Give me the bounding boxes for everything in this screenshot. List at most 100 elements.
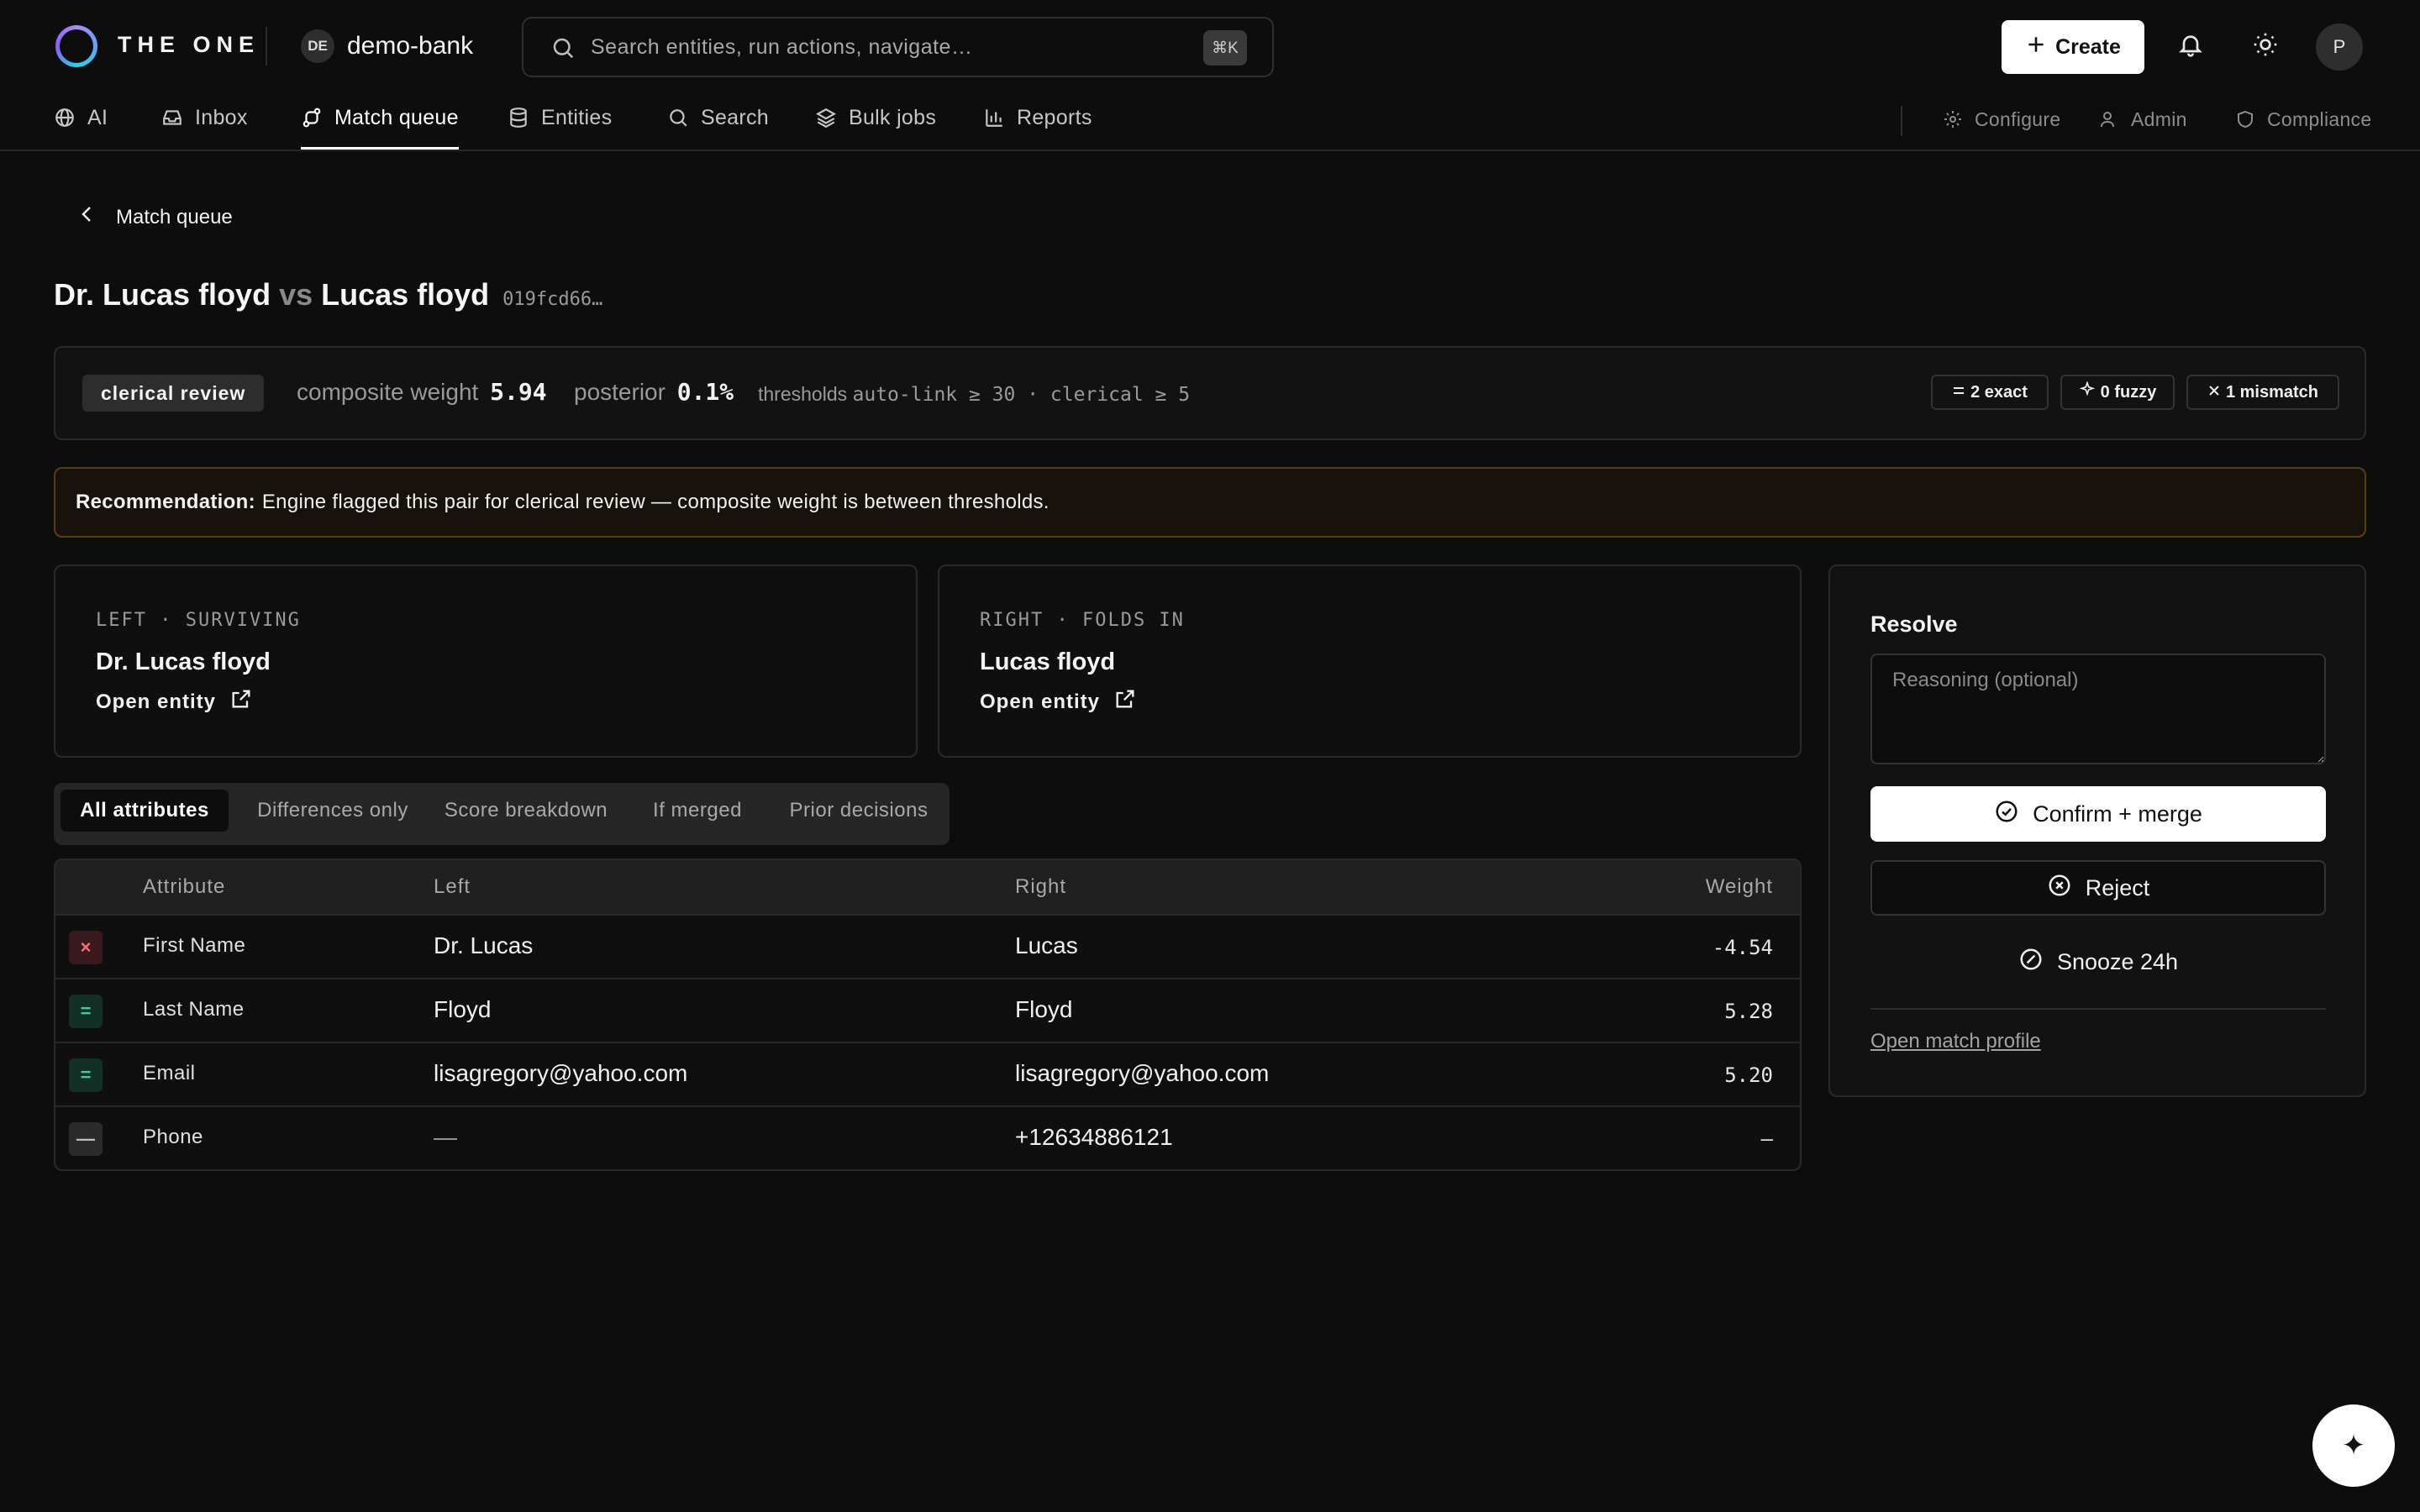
- reasoning-field[interactable]: [1870, 654, 2326, 764]
- create-label: Create: [2055, 34, 2121, 59]
- composite-label: composite weight: [297, 379, 479, 405]
- open-entity-link[interactable]: Open entity: [980, 687, 1137, 717]
- tab-score-breakdown[interactable]: Score breakdown: [434, 790, 618, 832]
- nav-item-match-queue[interactable]: Match queue: [301, 106, 459, 150]
- recommendation-banner: Recommendation: Engine flagged this pair…: [54, 467, 2366, 538]
- layers-icon: [815, 106, 837, 134]
- posterior-label: posterior: [574, 379, 666, 405]
- nav-item-ai[interactable]: AI: [54, 106, 108, 150]
- tab-if-merged[interactable]: If merged: [630, 790, 765, 832]
- table-row[interactable]: × First Name Dr. Lucas Lucas -4.54: [55, 916, 1800, 979]
- x-circle-icon: [2047, 873, 2072, 904]
- theme-toggle[interactable]: [2246, 27, 2285, 66]
- nav-label: Match queue: [334, 106, 459, 129]
- nav-label: Search: [701, 106, 770, 129]
- avatar[interactable]: P: [2316, 24, 2363, 71]
- pair-id: 019fcd66…: [502, 289, 603, 310]
- score-summary: clerical review composite weight 5.94 po…: [54, 346, 2366, 440]
- nav-item-inbox[interactable]: Inbox: [161, 106, 248, 150]
- nav-item-admin[interactable]: Admin: [2099, 108, 2187, 152]
- mismatch-chip: 1 mismatch: [2186, 375, 2339, 410]
- left-value: Dr. Lucas: [434, 932, 534, 958]
- workspace-name[interactable]: demo-bank: [347, 32, 473, 60]
- fuzzy-label: 0 fuzzy: [2100, 382, 2157, 402]
- left-value: Floyd: [434, 996, 492, 1022]
- open-entity-link[interactable]: Open entity: [96, 687, 253, 717]
- nav-label: Admin: [2131, 108, 2187, 130]
- thresholds: thresholds auto-link ≥ 30 · clerical ≥ 5: [758, 383, 1190, 406]
- composite-weight: composite weight 5.94: [297, 378, 547, 406]
- brand-name: THE ONE: [118, 32, 260, 57]
- chevron-left-icon: [79, 205, 96, 229]
- weight-value: 5.28: [1724, 1000, 1773, 1023]
- resolve-panel: Resolve Confirm + merge Reject Snooze 24…: [1828, 564, 2366, 1097]
- create-button[interactable]: Create: [2002, 20, 2144, 74]
- notifications-button[interactable]: [2171, 27, 2210, 66]
- nav-item-compliance[interactable]: Compliance: [2235, 108, 2371, 152]
- mismatch-label: 1 mismatch: [2225, 382, 2319, 402]
- posterior-value: 0.1%: [676, 378, 734, 406]
- composite-value: 5.94: [490, 378, 547, 406]
- nav-item-bulk-jobs[interactable]: Bulk jobs: [815, 106, 936, 150]
- database-icon: [508, 106, 529, 134]
- bell-icon: [2177, 31, 2204, 62]
- nav-item-configure[interactable]: Configure: [1943, 108, 2060, 152]
- assistant-fab[interactable]: ✦: [2312, 1404, 2395, 1487]
- exact-chip: 2 exact: [1931, 375, 2049, 410]
- header-weight: Weight: [1705, 875, 1773, 898]
- confirm-merge-button[interactable]: Confirm + merge: [1870, 786, 2326, 842]
- divider: [266, 27, 267, 66]
- left-value: lisagregory@yahoo.com: [434, 1060, 688, 1086]
- open-entity-label: Open entity: [96, 690, 217, 713]
- snooze-button[interactable]: Snooze 24h: [1870, 934, 2326, 990]
- main-nav: AI Inbox Match queue Entities Search Bul…: [0, 92, 2420, 151]
- plus-icon: [2025, 34, 2047, 61]
- table-row[interactable]: = Email lisagregory@yahoo.com lisagregor…: [55, 1043, 1800, 1107]
- tab-all-attributes[interactable]: All attributes: [60, 790, 229, 832]
- recommendation-text: Engine flagged this pair for clerical re…: [261, 491, 1050, 513]
- reject-label: Reject: [2085, 874, 2150, 900]
- attribute-name: Phone: [143, 1126, 203, 1148]
- table-row[interactable]: = Last Name Floyd Floyd 5.28: [55, 979, 1800, 1043]
- title-left-name: Dr. Lucas floyd: [54, 277, 271, 312]
- card-label: RIGHT · FOLDS IN: [980, 610, 1185, 631]
- right-value: +12634886121: [1015, 1124, 1173, 1150]
- search-input[interactable]: Search entities, run actions, navigate… …: [522, 17, 1274, 77]
- right-value: lisagregory@yahoo.com: [1015, 1060, 1270, 1086]
- nav-label: Inbox: [195, 106, 248, 129]
- tab-differences-only[interactable]: Differences only: [239, 790, 427, 832]
- back-link[interactable]: Match queue: [79, 205, 233, 229]
- gear-icon: [1943, 108, 1963, 134]
- entity-name: Dr. Lucas floyd: [96, 648, 271, 675]
- divider: [1870, 1008, 2326, 1010]
- tab-prior-decisions[interactable]: Prior decisions: [775, 790, 943, 832]
- nav-label: AI: [87, 106, 108, 129]
- table-row[interactable]: — Phone — +12634886121 —: [55, 1107, 1800, 1169]
- workspace-badge[interactable]: DE: [301, 29, 334, 63]
- left-value: —: [434, 1124, 457, 1150]
- nav-label: Compliance: [2267, 108, 2372, 130]
- nav-item-entities[interactable]: Entities: [508, 106, 612, 150]
- recommendation-label: Recommendation:: [76, 491, 255, 513]
- equals-icon: [1952, 383, 1965, 402]
- nav-label: Configure: [1975, 108, 2061, 130]
- shield-icon: [2235, 108, 2255, 134]
- weight-value: -4.54: [1712, 936, 1773, 959]
- globe-icon: [54, 106, 76, 134]
- snooze-icon: [2018, 947, 2044, 978]
- open-match-profile-link[interactable]: Open match profile: [1870, 1030, 2041, 1053]
- reject-button[interactable]: Reject: [1870, 860, 2326, 916]
- snooze-label: Snooze 24h: [2056, 948, 2179, 974]
- nav-label: Reports: [1017, 106, 1092, 129]
- right-entity-card: RIGHT · FOLDS IN Lucas floyd Open entity: [938, 564, 1802, 758]
- right-value: Lucas: [1015, 932, 1078, 958]
- equals-icon: =: [69, 1058, 103, 1092]
- posterior: posterior 0.1%: [574, 378, 734, 406]
- divider: [1901, 106, 1902, 136]
- nav-item-search[interactable]: Search: [667, 106, 769, 150]
- header-right: Right: [1015, 875, 1067, 898]
- fuzzy-chip: 0 fuzzy: [2060, 375, 2175, 410]
- sun-icon: [2252, 31, 2279, 62]
- top-bar: THE ONE DE demo-bank Search entities, ru…: [0, 0, 2420, 92]
- nav-item-reports[interactable]: Reports: [983, 106, 1092, 150]
